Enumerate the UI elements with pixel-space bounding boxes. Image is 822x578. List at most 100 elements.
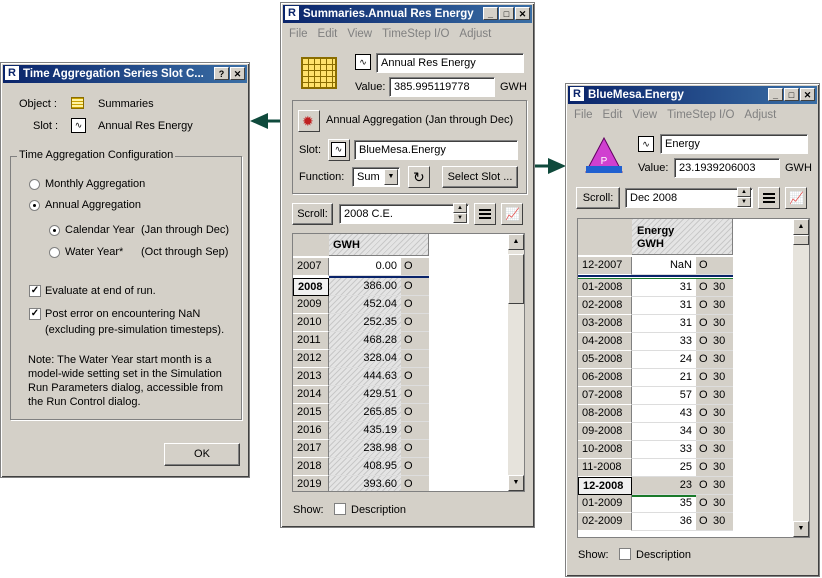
spin-up-icon[interactable]: ▲ — [453, 203, 467, 213]
annual-aggregation-radio[interactable] — [29, 200, 40, 211]
menu-view[interactable]: View — [632, 106, 657, 124]
description-checkbox[interactable] — [334, 503, 346, 515]
row-value[interactable]: 328.04 — [329, 350, 401, 368]
row-value[interactable]: 0.00 — [329, 258, 401, 276]
row-value[interactable]: NaN — [632, 257, 696, 275]
row-value[interactable]: 429.51 — [329, 386, 401, 404]
row-date[interactable]: 05-2008 — [578, 351, 632, 369]
row-date[interactable]: 2011 — [293, 332, 329, 350]
row-date[interactable]: 2012 — [293, 350, 329, 368]
row-date[interactable]: 09-2008 — [578, 423, 632, 441]
bluemesa-titlebar[interactable]: R BlueMesa.Energy _ □ ✕ — [568, 86, 817, 104]
calendar-year-radio[interactable] — [49, 225, 60, 236]
ok-button[interactable]: OK — [164, 443, 240, 466]
scroll-date-field[interactable]: 2008 C.E. — [339, 204, 469, 224]
row-date[interactable]: 02-2008 — [578, 297, 632, 315]
agg-dialog-titlebar[interactable]: R Time Aggregation Series Slot C... ? ✕ — [3, 65, 247, 83]
menu-file[interactable]: File — [289, 25, 308, 43]
value-field[interactable]: 23.1939206003 — [674, 158, 780, 178]
spin-down-icon[interactable]: ▼ — [453, 213, 467, 223]
row-date[interactable]: 2018 — [293, 458, 329, 476]
scroll-spinner[interactable]: ▲ ▼ — [737, 187, 751, 209]
row-value[interactable]: 31 — [632, 279, 696, 297]
select-slot-button[interactable]: Select Slot ... — [442, 166, 518, 188]
row-value[interactable]: 408.95 — [329, 458, 401, 476]
row-date[interactable]: 12-2008 — [578, 477, 632, 495]
description-checkbox[interactable] — [619, 548, 631, 560]
scroll-date-field[interactable]: Dec 2008 — [625, 188, 753, 208]
menu-timestep-io[interactable]: TimeStep I/O — [382, 25, 449, 43]
summaries-titlebar[interactable]: R Summaries.Annual Res Energy _ □ ✕ — [283, 5, 532, 23]
row-date[interactable]: 04-2008 — [578, 333, 632, 351]
row-value[interactable]: 265.85 — [329, 404, 401, 422]
value-field[interactable]: 385.995119778 — [389, 77, 495, 97]
row-value[interactable]: 35 — [632, 495, 696, 513]
menu-timestep-io[interactable]: TimeStep I/O — [667, 106, 734, 124]
row-date[interactable]: 2007 — [293, 258, 329, 276]
scroll-spinner[interactable]: ▲ ▼ — [453, 203, 467, 225]
scroll-button[interactable]: Scroll: — [292, 203, 333, 225]
slot-name-field[interactable]: Energy — [660, 134, 808, 154]
scroll-up-icon[interactable]: ▲ — [793, 219, 809, 235]
spin-up-icon[interactable]: ▲ — [737, 187, 751, 197]
row-date[interactable]: 06-2008 — [578, 369, 632, 387]
close-icon[interactable]: ✕ — [515, 7, 530, 20]
row-value[interactable]: 393.60 — [329, 476, 401, 491]
row-value[interactable]: 468.28 — [329, 332, 401, 350]
row-date[interactable]: 2010 — [293, 314, 329, 332]
row-value[interactable]: 435.19 — [329, 422, 401, 440]
function-select[interactable]: Sum ▼ — [352, 167, 400, 187]
menu-view[interactable]: View — [347, 25, 372, 43]
row-date[interactable]: 2016 — [293, 422, 329, 440]
refresh-button[interactable]: ↻ — [408, 166, 430, 188]
aggregation-settings-button[interactable]: ✹ — [298, 110, 320, 132]
row-date[interactable]: 11-2008 — [578, 459, 632, 477]
slot-name-field[interactable]: Annual Res Energy — [376, 53, 524, 73]
scroll-thumb[interactable] — [508, 254, 524, 304]
row-value[interactable]: 34 — [632, 423, 696, 441]
scroll-thumb[interactable] — [793, 235, 809, 245]
row-date[interactable]: 2009 — [293, 296, 329, 314]
summaries-vscroll[interactable]: ▲ ▼ — [508, 234, 524, 491]
row-date[interactable]: 01-2008 — [578, 279, 632, 297]
row-value[interactable]: 444.63 — [329, 368, 401, 386]
close-icon[interactable]: ✕ — [230, 67, 245, 80]
scroll-up-icon[interactable]: ▲ — [508, 234, 524, 250]
plot-button[interactable]: 📈 — [501, 203, 523, 225]
plot-button[interactable]: 📈 — [785, 187, 807, 209]
row-date[interactable]: 08-2008 — [578, 405, 632, 423]
post-error-checkbox[interactable]: ✓ — [29, 308, 41, 320]
scroll-button[interactable]: Scroll: — [576, 187, 620, 209]
row-date[interactable]: 2008 — [293, 278, 329, 296]
close-icon[interactable]: ✕ — [800, 88, 815, 101]
row-value[interactable]: 31 — [632, 315, 696, 333]
row-value[interactable]: 33 — [632, 441, 696, 459]
scroll-down-icon[interactable]: ▼ — [508, 475, 524, 491]
help-icon[interactable]: ? — [214, 67, 229, 80]
row-value[interactable]: 43 — [632, 405, 696, 423]
row-date[interactable]: 12-2007 — [578, 257, 632, 275]
water-year-radio[interactable] — [49, 247, 60, 258]
bluemesa-vscroll[interactable]: ▲ ▼ — [793, 219, 809, 537]
monthly-aggregation-radio[interactable] — [29, 179, 40, 190]
scroll-down-icon[interactable]: ▼ — [793, 521, 809, 537]
menu-edit[interactable]: Edit — [318, 25, 338, 43]
row-value[interactable]: 25 — [632, 459, 696, 477]
source-slot-button[interactable]: ∿ — [328, 139, 350, 161]
row-value[interactable]: 24 — [632, 351, 696, 369]
row-date[interactable]: 10-2008 — [578, 441, 632, 459]
row-value[interactable]: 57 — [632, 387, 696, 405]
row-value[interactable]: 33 — [632, 333, 696, 351]
row-date[interactable]: 02-2009 — [578, 513, 632, 531]
row-value[interactable]: 36 — [632, 513, 696, 531]
row-value[interactable]: 252.35 — [329, 314, 401, 332]
list-view-button[interactable] — [474, 203, 496, 225]
row-value[interactable]: 21 — [632, 369, 696, 387]
row-value[interactable]: 452.04 — [329, 296, 401, 314]
row-value[interactable]: 23 — [632, 477, 696, 495]
row-value[interactable]: 386.00 — [329, 278, 401, 296]
row-date[interactable]: 2013 — [293, 368, 329, 386]
row-date[interactable]: 2019 — [293, 476, 329, 491]
row-date[interactable]: 2017 — [293, 440, 329, 458]
row-date[interactable]: 07-2008 — [578, 387, 632, 405]
